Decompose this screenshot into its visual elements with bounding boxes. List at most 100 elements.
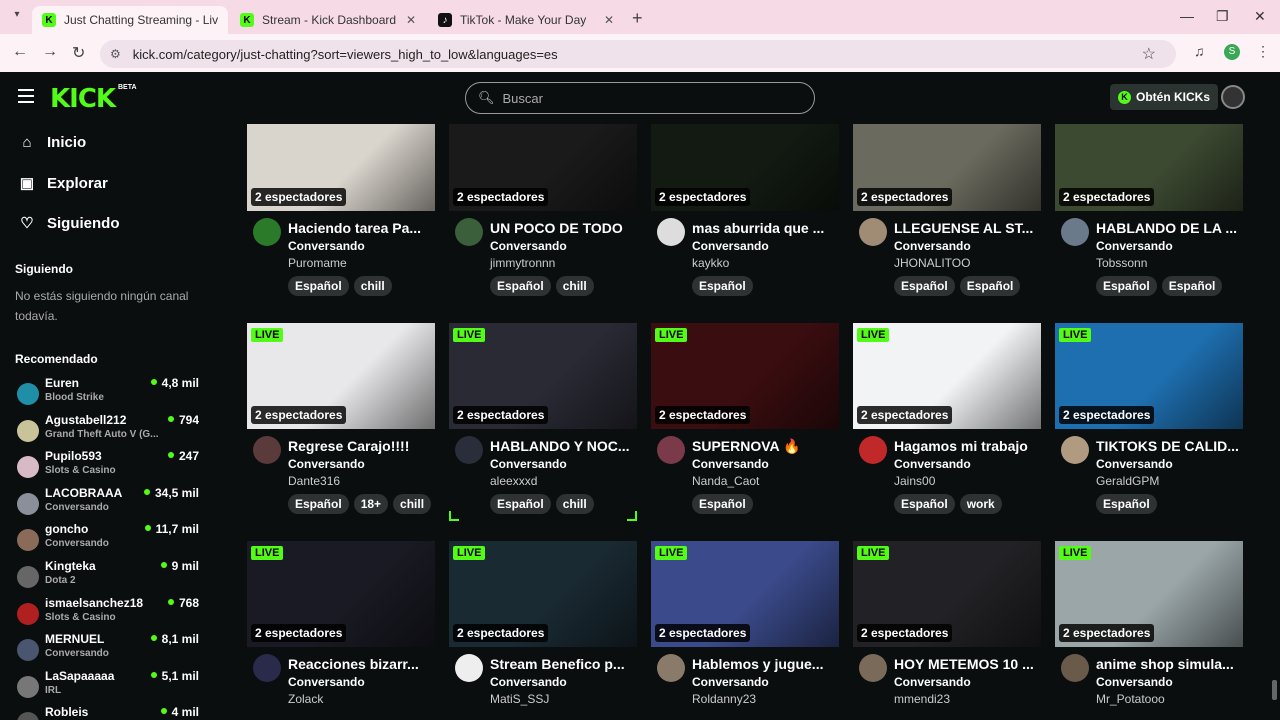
stream-card[interactable]: LIVE 2 espectadores anime shop simula... Co… [1055,541,1245,720]
stream-thumbnail[interactable]: LIVE 2 espectadores [853,541,1041,647]
browser-tab-1[interactable]: K Just Chatting Streaming - Live S [32,6,228,34]
channel-avatar[interactable] [657,218,685,246]
channel-username[interactable]: Roldanny23 [692,692,756,706]
tag-chip[interactable]: 18+ [353,494,389,514]
recommended-channel[interactable]: LACOBRAAA Conversando 34,5 mil [15,486,205,520]
url-field[interactable]: ⚙ kick.com/category/just-chatting?sort=v… [100,40,1176,68]
tag-chip[interactable]: Español [894,494,955,514]
channel-avatar[interactable] [859,218,887,246]
stream-thumbnail[interactable]: LIVE 2 espectadores [449,541,637,647]
channel-username[interactable]: Tobssonn [1096,256,1147,270]
stream-thumbnail[interactable]: LIVE 2 espectadores [1055,323,1243,429]
browser-tab-2[interactable]: K Stream - Kick Dashboard ✕ [230,6,426,34]
channel-avatar[interactable] [253,436,281,464]
channel-username[interactable]: Nanda_Caot [692,474,759,488]
stream-category[interactable]: Conversando [288,675,365,689]
kick-logo[interactable]: KICK [50,84,116,114]
tag-chip[interactable]: Español [288,494,349,514]
stream-card[interactable]: LIVE 2 espectadores HABLANDO Y NOC... Conve… [449,323,639,523]
close-tab-icon[interactable]: ✕ [604,13,614,27]
sidebar-item-inicio[interactable]: ⌂ Inicio [18,134,86,151]
stream-card[interactable]: LIVE 2 espectadores Reacciones bizarr... Co… [247,541,437,720]
tag-chip[interactable]: Español [1096,276,1157,296]
stream-title[interactable]: HABLANDO Y NOC... [490,438,636,454]
channel-username[interactable]: jimmytronnn [490,256,555,270]
stream-card[interactable]: 2 espectadores LLEGUENSE AL ST... Conversa… [853,124,1043,323]
recommended-channel[interactable]: ismaelsanchez18 Slots & Casino 768 [15,596,205,630]
search-input[interactable]: 🔍︎ Buscar [465,82,815,114]
stream-card[interactable]: LIVE 2 espectadores SUPERNOVA 🔥 Conversando… [651,323,841,523]
stream-thumbnail[interactable]: LIVE 2 espectadores [651,323,839,429]
stream-card[interactable]: 2 espectadores HABLANDO DE LA ... Conversa… [1055,124,1245,323]
channel-avatar[interactable] [859,436,887,464]
channel-username[interactable]: Dante316 [288,474,340,488]
stream-title[interactable]: HABLANDO DE LA ... [1096,220,1242,236]
stream-thumbnail[interactable]: LIVE 2 espectadores [449,323,637,429]
channel-username[interactable]: MatiS_SSJ [490,692,549,706]
stream-title[interactable]: Regrese Carajo!!!! [288,438,434,454]
stream-title[interactable]: Stream Benefico p... [490,656,636,672]
close-window-icon[interactable]: ✕ [1254,8,1266,25]
stream-thumbnail[interactable]: LIVE 2 espectadores [651,541,839,647]
tag-chip[interactable]: Español [692,494,753,514]
stream-category[interactable]: Conversando [692,675,769,689]
channel-username[interactable]: Jains00 [894,474,935,488]
close-tab-icon[interactable]: ✕ [406,13,416,27]
get-kicks-button[interactable]: K Obtén KICKs [1110,84,1219,110]
recommended-channel[interactable]: Euren Blood Strike 4,8 mil [15,376,205,410]
tag-chip[interactable]: Español [1096,494,1157,514]
stream-title[interactable]: SUPERNOVA 🔥 [692,438,838,455]
stream-title[interactable]: Reacciones bizarr... [288,656,434,672]
stream-category[interactable]: Conversando [692,239,769,253]
menu-icon[interactable] [18,89,34,103]
stream-title[interactable]: Haciendo tarea Pa... [288,220,434,236]
tag-chip[interactable]: Español [490,276,551,296]
stream-thumbnail[interactable]: LIVE 2 espectadores [247,541,435,647]
stream-card[interactable]: LIVE 2 espectadores Hagamos mi trabajo Conv… [853,323,1043,523]
tag-chip[interactable]: Español [692,276,753,296]
sidebar-item-siguiendo[interactable]: ♡ Siguiendo [18,214,119,233]
recommended-channel[interactable]: Agustabell212 Grand Theft Auto V (G... 794 [15,413,205,447]
stream-card[interactable]: 2 espectadores mas aburrida que ... Conver… [651,124,841,323]
scrollbar[interactable] [1272,680,1277,700]
back-icon[interactable]: ← [12,43,28,61]
stream-title[interactable]: Hablemos y jugue... [692,656,838,672]
channel-username[interactable]: Mr_Potatooo [1096,692,1165,706]
stream-category[interactable]: Conversando [1096,675,1173,689]
stream-thumbnail[interactable]: 2 espectadores [853,124,1041,211]
new-tab-icon[interactable]: + [632,8,643,29]
browser-menu-icon[interactable]: ⋮ [1256,43,1270,60]
reload-icon[interactable]: ↻ [72,43,85,63]
sidebar-item-explorar[interactable]: ▣ Explorar [18,174,108,193]
stream-thumbnail[interactable]: 2 espectadores [1055,124,1243,211]
stream-category[interactable]: Conversando [692,457,769,471]
stream-category[interactable]: Conversando [288,457,365,471]
tag-chip[interactable]: chill [393,494,432,514]
stream-card[interactable]: LIVE 2 espectadores Regrese Carajo!!!! Conv… [247,323,437,523]
channel-avatar[interactable] [1061,218,1089,246]
recommended-channel[interactable]: Kingteka Dota 2 9 mil [15,559,205,593]
bookmark-star-icon[interactable]: ☆ [1142,44,1156,64]
user-avatar[interactable] [1221,85,1245,109]
stream-thumbnail[interactable]: LIVE 2 espectadores [247,323,435,429]
tag-chip[interactable]: Español [490,494,551,514]
stream-category[interactable]: Conversando [490,675,567,689]
channel-username[interactable]: GeraldGPM [1096,474,1159,488]
stream-title[interactable]: TIKTOKS DE CALID... [1096,438,1242,454]
site-info-icon[interactable]: ⚙ [110,47,121,61]
recommended-channel[interactable]: MERNUEL Conversando 8,1 mil [15,632,205,666]
channel-username[interactable]: kaykko [692,256,729,270]
stream-title[interactable]: LLEGUENSE AL ST... [894,220,1040,236]
tag-chip[interactable]: chill [555,276,594,296]
stream-category[interactable]: Conversando [1096,239,1173,253]
stream-category[interactable]: Conversando [894,675,971,689]
stream-category[interactable]: Conversando [894,457,971,471]
channel-avatar[interactable] [253,654,281,682]
channel-avatar[interactable] [1061,654,1089,682]
tag-chip[interactable]: chill [555,494,594,514]
stream-thumbnail[interactable]: 2 espectadores [247,124,435,211]
tab-search-icon[interactable]: ▾ [8,9,26,27]
stream-title[interactable]: anime shop simula... [1096,656,1242,672]
browser-tab-3[interactable]: ♪ TikTok - Make Your Day ✕ [428,6,624,34]
tag-chip[interactable]: Español [288,276,349,296]
